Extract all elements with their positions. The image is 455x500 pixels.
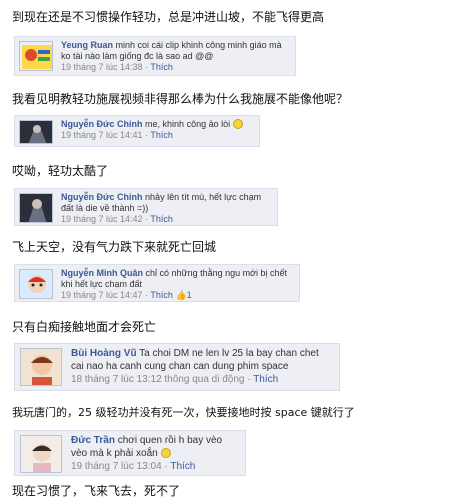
thumbs-up-icon[interactable]: 👍 — [175, 290, 186, 301]
commenter-name[interactable]: Đức Trần — [71, 435, 115, 446]
comment-card: Nguyễn Đức Chinh me, khinh công ảo lòi 1… — [14, 115, 260, 147]
comment-card: Nguyễn Minh Quân chỉ có những thằng ngu … — [14, 264, 300, 302]
comment-time[interactable]: 18 tháng 7 lúc 13:12 thông qua di động — [71, 374, 244, 385]
like-link[interactable]: Thích — [170, 461, 195, 472]
chinese-caption-6: 我玩唐门的，25 级轻功并没有死一次，快要接地时按 space 键就行了 — [12, 406, 355, 419]
comment-time[interactable]: 19 tháng 7 lúc 14:38 — [61, 62, 143, 72]
commenter-name[interactable]: Nguyễn Đức Chinh — [61, 192, 143, 202]
comment-time[interactable]: 19 tháng 7 lúc 14:41 — [61, 130, 143, 140]
commenter-name[interactable]: Nguyễn Đức Chinh — [61, 119, 143, 129]
comment-time[interactable]: 19 tháng 7 lúc 13:04 — [71, 461, 162, 472]
avatar[interactable] — [19, 193, 53, 223]
chinese-caption-7: 现在习惯了，飞来飞去，死不了 — [12, 484, 181, 498]
smiley-emoticon-icon — [160, 448, 171, 458]
like-link[interactable]: Thích — [150, 214, 173, 224]
like-link[interactable]: Thích — [150, 130, 173, 140]
separator: · — [244, 374, 254, 385]
avatar[interactable] — [20, 348, 62, 386]
chinese-caption-1: 到现在还是不习惯操作轻功，总是冲进山坡，不能飞得更高 — [12, 10, 325, 24]
comment-card: Bùi Hoàng Vũ Ta choi DM ne len lv 25 la … — [14, 343, 340, 391]
commenter-name[interactable]: Nguyễn Minh Quân — [61, 268, 143, 278]
chinese-caption-5: 只有白痴接触地面才会死亡 — [12, 320, 157, 334]
comment-card: Nguyễn Đức Chinh nhảy lên tít mù, hết lự… — [14, 188, 278, 226]
smiley-emoticon-icon — [232, 119, 243, 129]
like-link[interactable]: Thích — [253, 374, 278, 385]
comment-time[interactable]: 19 tháng 7 lúc 14:42 — [61, 214, 143, 224]
comment-text: me, khinh công ảo lòi — [145, 119, 231, 129]
comment-card: Đức Trần chơi quen rồi h bay vèo vèo mà … — [14, 430, 246, 476]
like-link[interactable]: Thích — [150, 290, 173, 300]
commenter-name[interactable]: Bùi Hoàng Vũ — [71, 348, 137, 359]
like-count[interactable]: 1 — [187, 290, 192, 300]
chinese-caption-3: 哎呦，轻功太酷了 — [12, 164, 109, 178]
like-link[interactable]: Thích — [150, 62, 173, 72]
avatar[interactable] — [19, 120, 53, 144]
avatar[interactable] — [19, 269, 53, 299]
comment-time[interactable]: 19 tháng 7 lúc 14:47 — [61, 290, 143, 300]
commenter-name[interactable]: Yeung Ruan — [61, 40, 113, 50]
avatar[interactable] — [19, 41, 53, 71]
comment-card: Yeung Ruan minh coi cái clip khinh công … — [14, 36, 296, 76]
avatar[interactable] — [20, 435, 62, 473]
chinese-caption-4: 飞上天空，没有气力跌下来就死亡回城 — [12, 240, 217, 254]
chinese-caption-2: 我看见明教轻功施展视频非得那么棒为什么我施展不能像他呢？ — [12, 92, 349, 106]
